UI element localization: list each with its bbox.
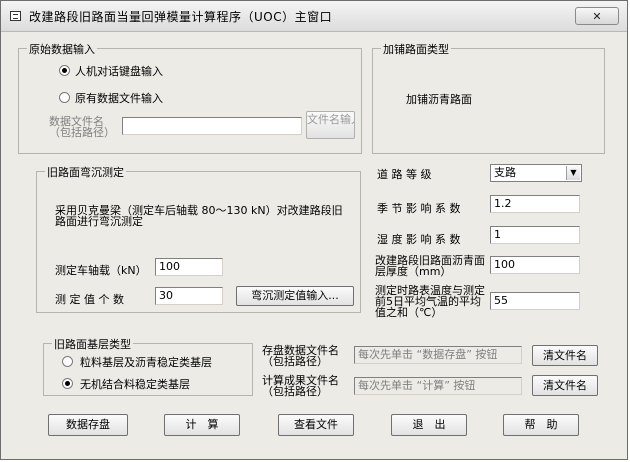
close-button[interactable]: ✕ <box>575 7 619 25</box>
asphalt-thickness-input[interactable]: 100 <box>490 256 580 274</box>
save-file-input[interactable]: 每次先单击 “数据存盘” 按钮 <box>354 346 522 364</box>
input-group-title: 原始数据输入 <box>27 41 97 57</box>
radio-inorganic-label: 无机结合料稳定类基层 <box>80 378 190 391</box>
temperature-input[interactable]: 55 <box>490 292 580 310</box>
client-area: 原始数据输入 人机对话键盘输入 原有数据文件输入 数据文件名（包括路径） 文件名… <box>9 32 619 449</box>
deflection-input-button[interactable]: 弯沉测定值输入... <box>236 286 354 306</box>
axle-load-label: 测定车轴载（kN） <box>55 264 147 277</box>
radio-inorganic-base[interactable] <box>62 378 73 389</box>
axle-load-input[interactable]: 100 <box>155 258 223 276</box>
window-title: 改建路段旧路面当量回弹模量计算程序（UOC）主窗口 <box>29 10 333 24</box>
calculate-button[interactable]: 计 算 <box>164 414 240 436</box>
save-file-label: 存盘数据文件名（包括路径） <box>262 344 339 368</box>
season-factor-input[interactable]: 1.2 <box>490 195 580 213</box>
result-file-label: 计算成果文件名（包括路径） <box>262 374 339 398</box>
save-data-button[interactable]: 数据存盘 <box>48 414 128 436</box>
input-group: 原始数据输入 人机对话键盘输入 原有数据文件输入 数据文件名（包括路径） 文件名… <box>18 41 362 154</box>
base-type-group: 旧路面基层类型 粒料基层及沥青稳定类基层 无机结合料稳定类基层 <box>43 336 253 396</box>
view-file-button[interactable]: 查看文件 <box>278 414 354 436</box>
asphalt-thickness-label: 改建路段旧路面沥青面层厚度（mm） <box>375 254 485 278</box>
measure-count-input[interactable]: 30 <box>155 287 223 305</box>
radio-granular-base[interactable] <box>62 356 73 367</box>
radio-file-label: 原有数据文件输入 <box>75 92 163 105</box>
deflection-description: 采用贝克曼梁（测定车后轴载 80～130 kN）对改建路段旧路面进行弯沉测定 <box>55 204 343 228</box>
title-bar[interactable]: 改建路段旧路面当量回弹模量计算程序（UOC）主窗口 ✕ <box>1 1 627 32</box>
help-button[interactable]: 帮 助 <box>503 414 579 436</box>
radio-manual-label: 人机对话键盘输入 <box>75 65 163 78</box>
humidity-factor-input[interactable]: 1 <box>490 226 580 244</box>
data-file-label: 数据文件名（包括路径） <box>49 115 115 139</box>
overlay-type-group: 加铺路面类型 加铺沥青路面 <box>372 41 605 154</box>
exit-button[interactable]: 退 出 <box>391 414 467 436</box>
deflection-group-title: 旧路面弯沉测定 <box>45 164 126 180</box>
radio-file-input[interactable] <box>59 92 70 103</box>
radio-granular-label: 粒料基层及沥青稳定类基层 <box>80 356 212 369</box>
clear-save-file-button[interactable]: 清文件名 <box>532 345 598 366</box>
main-window: 改建路段旧路面当量回弹模量计算程序（UOC）主窗口 ✕ 原始数据输入 人机对话键… <box>0 0 628 460</box>
temperature-label: 测定时路表温度与测定前5日平均气温的平均值之和（℃） <box>375 284 485 319</box>
base-type-title: 旧路面基层类型 <box>52 336 133 352</box>
deflection-group: 旧路面弯沉测定 采用贝克曼梁（测定车后轴载 80～130 kN）对改建路段旧路面… <box>36 164 361 313</box>
radio-manual-input[interactable] <box>59 65 70 76</box>
result-file-input[interactable]: 每次先单击 “计算” 按钮 <box>354 377 522 395</box>
app-icon <box>10 11 21 21</box>
overlay-type-title: 加铺路面类型 <box>381 41 451 57</box>
file-name-input-button[interactable]: 文件名输入... <box>306 111 355 139</box>
dropdown-arrow-icon[interactable]: ▼ <box>566 166 580 180</box>
road-grade-label: 道 路 等 级 <box>377 168 432 181</box>
clear-result-file-button[interactable]: 清文件名 <box>532 375 598 396</box>
humidity-factor-label: 湿 度 影 响 系 数 <box>377 233 461 246</box>
road-grade-select[interactable]: 支路 ▼ <box>490 164 582 182</box>
road-grade-value: 支路 <box>494 166 516 179</box>
data-file-input[interactable] <box>122 117 302 135</box>
season-factor-label: 季 节 影 响 系 数 <box>377 202 461 215</box>
overlay-type-value: 加铺沥青路面 <box>406 93 472 106</box>
measure-count-label: 测 定 值 个 数 <box>55 293 124 306</box>
